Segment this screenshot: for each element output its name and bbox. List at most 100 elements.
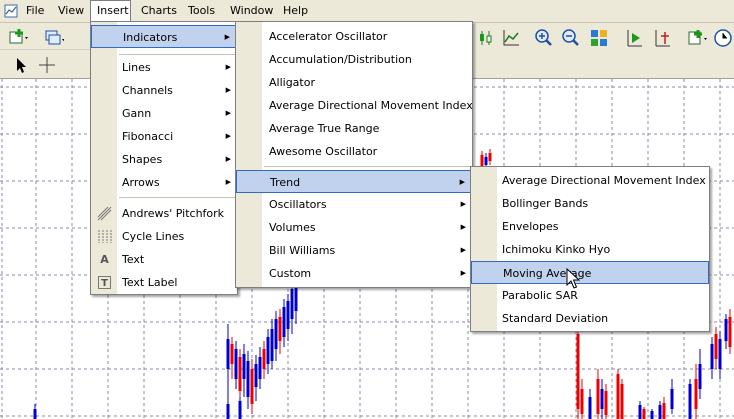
menu-tools[interactable]: Tools [182,0,221,22]
text-icon: A [100,253,109,266]
candle-body [616,374,620,419]
text-label-icon: T [98,276,111,289]
candle-body [242,354,246,379]
insert-indicators-item[interactable]: Indicators ▶ [91,25,237,48]
candle-body [250,369,254,404]
submenu-arrow-icon: ▶ [225,63,231,71]
candle-body [714,334,718,359]
candle-body [484,157,488,165]
candle-body [246,361,250,397]
candle-body [604,391,608,415]
menu-charts[interactable]: Charts [135,0,183,22]
menu-file[interactable]: File [20,0,50,22]
trend-adx-item[interactable]: Average Directional Movement Index [471,169,709,192]
volumes-item[interactable]: Volumes ▶ [236,216,472,239]
pitchfork-icon [97,206,112,221]
menu-insert[interactable]: Insert [90,0,131,22]
auto-scroll-icon[interactable] [624,28,644,48]
candle-body [576,334,580,409]
insert-channels-item[interactable]: Channels ▶ [91,79,237,102]
candle-body [728,317,732,347]
trend-submenu: Average Directional Movement Index Bolli… [470,166,710,332]
bollinger-bands-item[interactable]: Bollinger Bands [471,192,709,215]
trend-item[interactable]: Trend ▶ [236,170,472,193]
accumulation-distribution-item[interactable]: Accumulation/Distribution [236,48,472,71]
candle-body [274,319,278,349]
candlesticks-icon[interactable] [476,28,496,48]
submenu-arrow-icon: ▶ [225,155,231,163]
insert-cycle-lines-item[interactable]: Cycle Lines [91,225,237,248]
profiles-icon[interactable] [44,28,64,48]
clock-icon[interactable] [713,28,733,48]
submenu-arrow-icon: ▶ [225,86,231,94]
parabolic-sar-item[interactable]: Parabolic SAR [471,284,709,307]
candle-body [290,289,294,319]
oscillators-item[interactable]: Oscillators ▶ [236,193,472,216]
custom-item[interactable]: Custom ▶ [236,262,472,285]
chart-shift-icon[interactable] [652,28,672,48]
submenu-arrow-icon: ▶ [460,200,466,208]
candle-body [642,409,646,419]
cursor-icon[interactable] [11,55,31,75]
line-chart-icon[interactable] [501,28,521,48]
menu-help[interactable]: Help [277,0,314,22]
candle-body [710,344,714,369]
candle-body [238,401,242,419]
tile-windows-icon[interactable] [589,28,609,48]
alligator-item[interactable]: Alligator [236,71,472,94]
crosshair-icon[interactable] [37,55,57,75]
cycle-lines-icon [98,230,112,243]
candle-body [638,405,642,419]
candle-body [588,397,592,419]
candle-body [698,364,702,389]
menu-window[interactable]: Window [224,0,279,22]
candle-body [226,339,230,369]
candle-body [670,389,674,409]
candle-body [662,403,666,419]
insert-text-label-item[interactable]: T Text Label [91,271,237,294]
submenu-arrow-icon: ▶ [225,109,231,117]
insert-gann-item[interactable]: Gann ▶ [91,102,237,125]
moving-average-item[interactable]: Moving Average [471,261,709,284]
candle-body [270,329,274,361]
awesome-oscillator-item[interactable]: Awesome Oscillator [236,140,472,163]
candle-body [262,349,266,369]
candle-body [688,384,692,419]
insert-shapes-item[interactable]: Shapes ▶ [91,148,237,171]
add-indicator-icon[interactable] [687,28,707,48]
submenu-arrow-icon: ▶ [460,223,466,231]
insert-arrows-item[interactable]: Arrows ▶ [91,171,237,194]
menu-view[interactable]: View [52,0,90,22]
candle-body [230,344,234,364]
accelerator-oscillator-item[interactable]: Accelerator Oscillator [236,25,472,48]
standard-deviation-item[interactable]: Standard Deviation [471,307,709,330]
insert-text-item[interactable]: A Text [91,248,237,271]
envelopes-item[interactable]: Envelopes [471,215,709,238]
candle-body [600,389,604,409]
zoom-in-icon[interactable] [534,28,554,48]
indicators-submenu: Accelerator Oscillator Accumulation/Dist… [235,21,473,288]
candle-body [718,339,722,369]
new-chart-icon[interactable] [8,28,28,48]
average-directional-movement-index-item[interactable]: Average Directional Movement Index [236,94,473,117]
mouse-pointer-icon [566,268,580,289]
ichimoku-kinko-hyo-item[interactable]: Ichimoku Kinko Hyo [471,238,709,261]
candle-body [658,405,662,419]
candle-body [226,404,230,419]
insert-lines-item[interactable]: Lines ▶ [91,56,237,79]
average-true-range-item[interactable]: Average True Range [236,117,472,140]
insert-fibonacci-item[interactable]: Fibonacci ▶ [91,125,237,148]
candle-body [286,301,290,329]
candle-body [266,337,270,364]
candle-body [596,379,600,414]
candle-body [620,384,624,419]
zoom-out-icon[interactable] [561,28,581,48]
submenu-arrow-icon: ▶ [459,178,465,186]
submenu-arrow-icon: ▶ [460,246,466,254]
candle-body [234,349,238,379]
bill-williams-item[interactable]: Bill Williams ▶ [236,239,472,262]
insert-andrews-pitchfork-item[interactable]: Andrews' Pitchfork [91,202,237,225]
insert-menu: Indicators ▶ Lines ▶ Channels ▶ Gann ▶ Fibon… [90,21,238,295]
candle-body [33,409,37,419]
candle-body [580,389,584,414]
